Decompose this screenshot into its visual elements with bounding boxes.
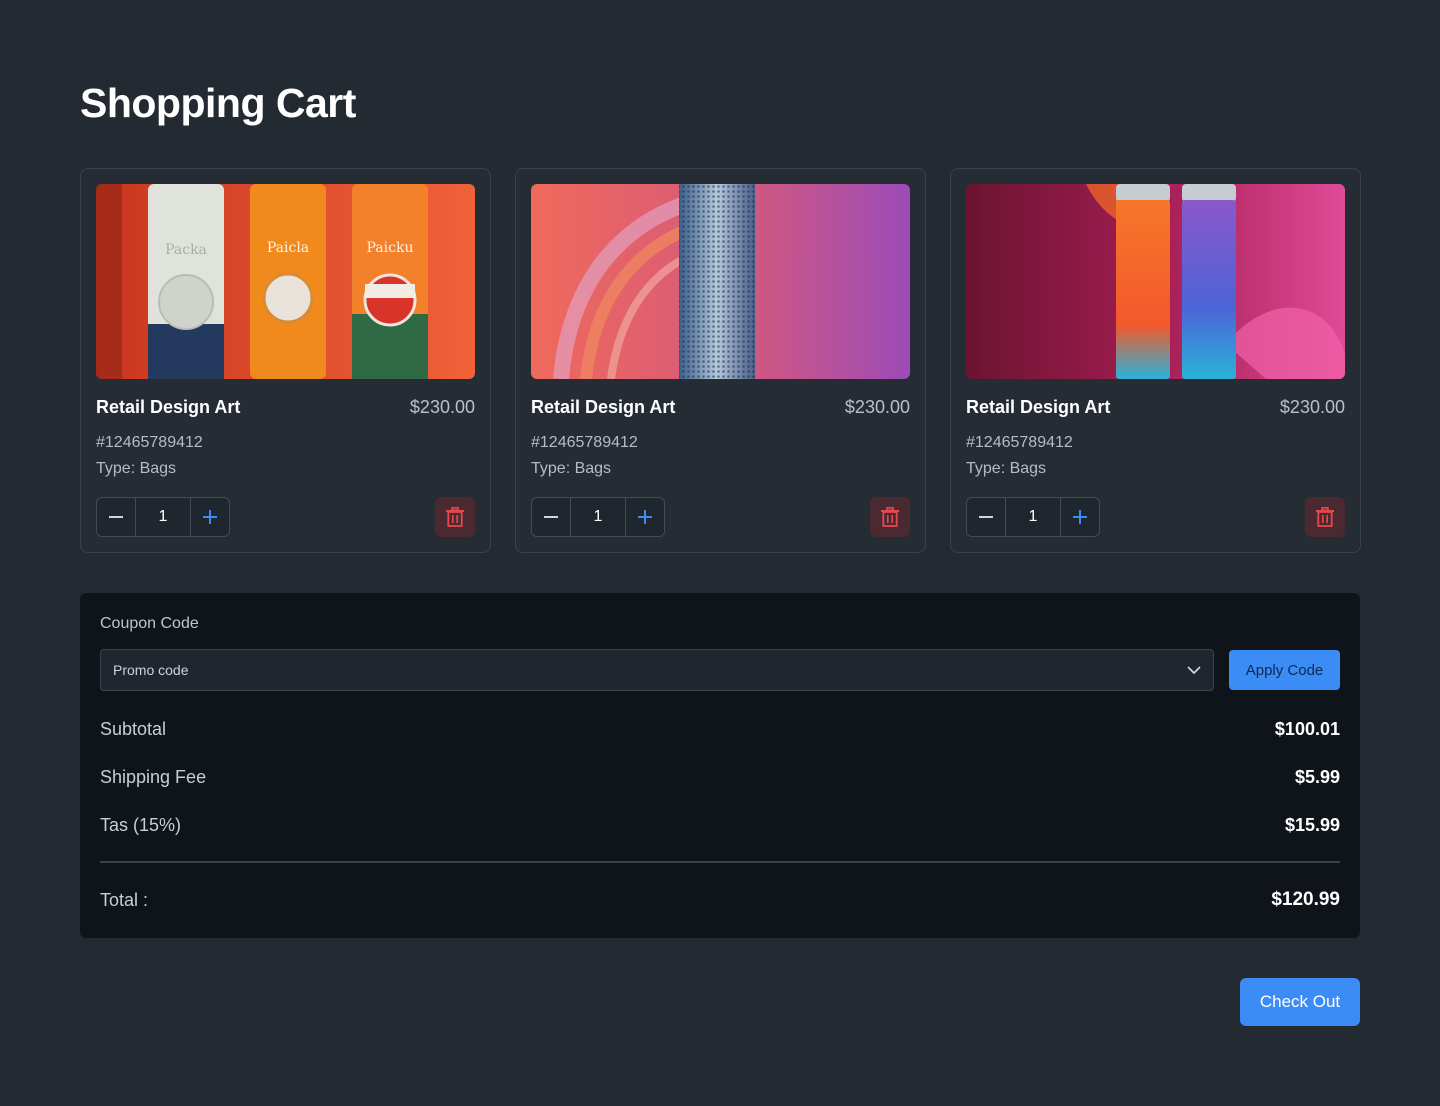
decrease-quantity-button[interactable]	[967, 498, 1006, 536]
product-price: $230.00	[1279, 397, 1345, 417]
product-image	[966, 184, 1345, 379]
total-value: $120.99	[1271, 889, 1340, 910]
trash-icon	[1316, 507, 1334, 527]
product-type: Type: Bags	[966, 460, 1047, 477]
product-price: $230.00	[409, 397, 475, 417]
product-sku: #12465789412	[96, 434, 203, 451]
total-label: Total :	[100, 889, 149, 910]
total-row: Total : $120.99	[100, 889, 1340, 911]
product-title: Retail Design Art	[531, 397, 676, 417]
trash-icon	[881, 507, 899, 527]
svg-text:Paicla: Paicla	[267, 240, 309, 256]
quantity-value[interactable]: 1	[571, 498, 625, 536]
minus-icon	[979, 516, 993, 518]
subtotal-label: Subtotal	[100, 718, 167, 739]
tax-row: Tas (15%) $15.99	[100, 801, 1340, 849]
quantity-value[interactable]: 1	[1006, 498, 1060, 536]
svg-text:Paicku: Paicku	[367, 240, 414, 256]
shipping-label: Shipping Fee	[100, 766, 207, 787]
increase-quantity-button[interactable]	[190, 498, 229, 536]
plus-icon	[638, 510, 652, 524]
minus-icon	[109, 516, 123, 518]
cart-item-card: Retail Design Art $230.00 #12465789412 T…	[515, 168, 926, 553]
increase-quantity-button[interactable]	[1060, 498, 1099, 536]
product-image	[531, 184, 910, 379]
coupon-label: Coupon Code	[100, 615, 199, 632]
cart-items: Packa Paicla Paicku Retail Design Art $2…	[80, 168, 1361, 553]
summary-divider	[100, 861, 1340, 863]
decrease-quantity-button[interactable]	[532, 498, 571, 536]
promo-code-select[interactable]: Promo code	[100, 649, 1214, 691]
subtotal-value: $100.01	[1274, 718, 1340, 739]
page-title: Shopping Cart	[80, 80, 356, 126]
tax-value: $15.99	[1284, 814, 1340, 835]
plus-icon	[1073, 510, 1087, 524]
plus-icon	[203, 510, 217, 524]
minus-icon	[544, 516, 558, 518]
product-price: $230.00	[844, 397, 910, 417]
apply-code-button[interactable]: Apply Code	[1229, 650, 1340, 690]
promo-code-value: Promo code	[113, 662, 189, 678]
product-type: Type: Bags	[531, 460, 612, 477]
remove-item-button[interactable]	[435, 497, 475, 537]
remove-item-button[interactable]	[870, 497, 910, 537]
subtotal-row: Subtotal $100.01	[100, 705, 1340, 753]
decrease-quantity-button[interactable]	[97, 498, 136, 536]
cart-item-card: Packa Paicla Paicku Retail Design Art $2…	[80, 168, 491, 553]
shipping-value: $5.99	[1294, 766, 1340, 787]
product-type: Type: Bags	[96, 460, 177, 477]
tax-label: Tas (15%)	[100, 814, 182, 835]
order-summary: Coupon Code Promo code Apply Code Subtot…	[80, 593, 1360, 938]
checkout-button[interactable]: Check Out	[1240, 978, 1360, 1026]
product-title: Retail Design Art	[966, 397, 1111, 417]
product-sku: #12465789412	[531, 434, 638, 451]
remove-item-button[interactable]	[1305, 497, 1345, 537]
quantity-stepper: 1	[96, 497, 230, 537]
quantity-value[interactable]: 1	[136, 498, 190, 536]
svg-text:Packa: Packa	[165, 242, 207, 258]
quantity-stepper: 1	[966, 497, 1100, 537]
product-image: Packa Paicla Paicku	[96, 184, 475, 379]
product-sku: #12465789412	[966, 434, 1073, 451]
shipping-row: Shipping Fee $5.99	[100, 753, 1340, 801]
product-title: Retail Design Art	[96, 397, 241, 417]
trash-icon	[446, 507, 464, 527]
increase-quantity-button[interactable]	[625, 498, 664, 536]
chevron-down-icon	[1187, 666, 1201, 674]
cart-item-card: Retail Design Art $230.00 #12465789412 T…	[950, 168, 1361, 553]
quantity-stepper: 1	[531, 497, 665, 537]
